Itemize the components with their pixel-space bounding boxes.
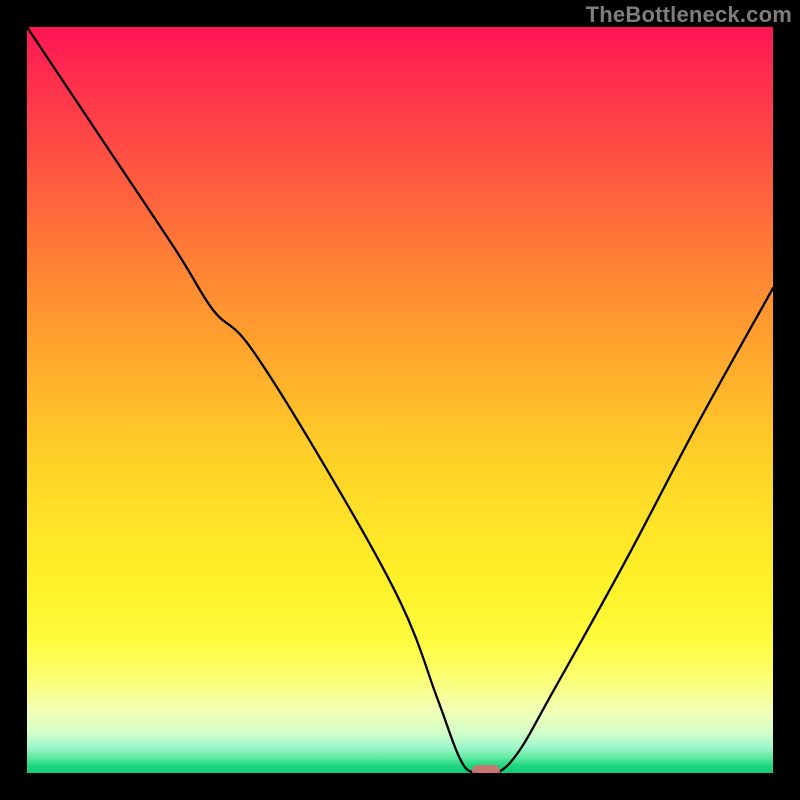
chart-frame: TheBottleneck.com	[0, 0, 800, 800]
watermark-text: TheBottleneck.com	[586, 2, 792, 28]
bottleneck-curve	[27, 27, 773, 773]
optimum-marker	[472, 765, 500, 773]
curve-path	[27, 27, 773, 773]
plot-area	[27, 27, 773, 773]
